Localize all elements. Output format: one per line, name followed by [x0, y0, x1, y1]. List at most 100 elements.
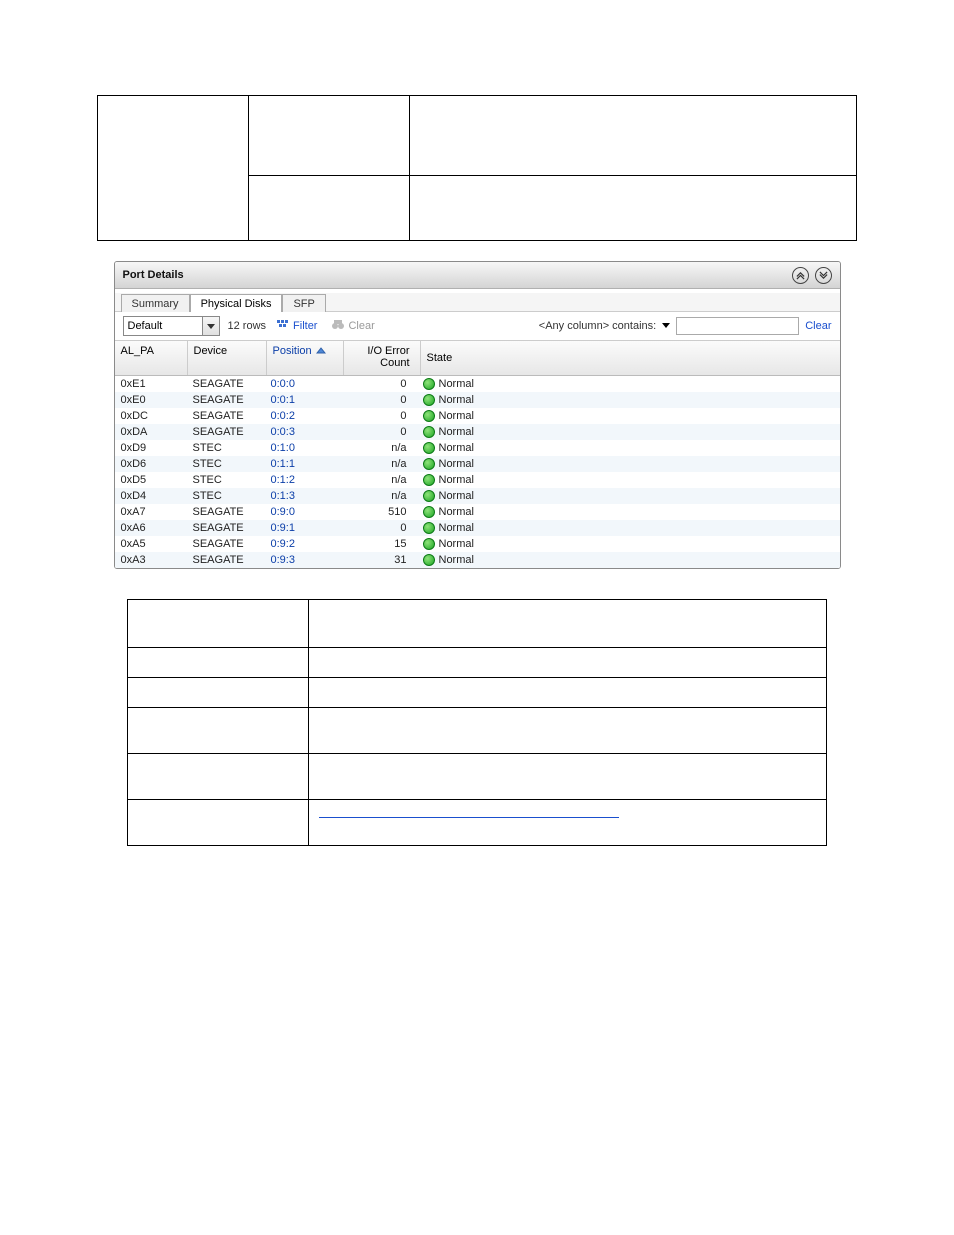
clear-filter-button: Clear [331, 319, 374, 333]
cell-state: Normal [417, 458, 499, 470]
state-text: Normal [439, 410, 474, 422]
search-scope-dropdown[interactable] [662, 320, 670, 332]
cell-state: Normal [417, 522, 499, 534]
clear-filter-label: Clear [348, 320, 374, 332]
cell-alpa: 0xE1 [115, 378, 187, 390]
cell-io-error: 510 [341, 506, 417, 518]
cell-position[interactable]: 0:0:1 [265, 394, 341, 406]
cell-alpa: 0xA7 [115, 506, 187, 518]
search-clear-link[interactable]: Clear [805, 320, 831, 332]
cell-position[interactable]: 0:0:0 [265, 378, 341, 390]
cell-device: SEAGATE [187, 426, 265, 438]
state-text: Normal [439, 490, 474, 502]
binoculars-icon [331, 319, 345, 333]
cell-device: SEAGATE [187, 522, 265, 534]
col-header-io-error[interactable]: I/O Error Count [344, 341, 421, 375]
doc-table1-r1c1 [410, 176, 857, 241]
port-details-panel: Port Details Summary Physical Disks SFP … [114, 261, 841, 569]
table-row[interactable]: 0xD5STEC0:1:2n/aNormal [115, 472, 840, 488]
cell-state: Normal [417, 506, 499, 518]
filter-button[interactable]: Filter [276, 319, 317, 334]
cell-io-error: 0 [341, 410, 417, 422]
expand-down-icon[interactable] [815, 267, 832, 284]
table-row[interactable]: 0xD4STEC0:1:3n/aNormal [115, 488, 840, 504]
status-normal-icon [423, 394, 435, 406]
cell-position[interactable]: 0:9:1 [265, 522, 341, 534]
cell-device: STEC [187, 458, 265, 470]
table-row[interactable]: 0xD9STEC0:1:0n/aNormal [115, 440, 840, 456]
filter-icon [276, 319, 290, 334]
doc-table2-r4c1 [309, 754, 827, 800]
cell-state: Normal [417, 410, 499, 422]
cell-state: Normal [417, 394, 499, 406]
cell-io-error: n/a [341, 458, 417, 470]
table-row[interactable]: 0xE1SEAGATE0:0:00Normal [115, 376, 840, 392]
state-text: Normal [439, 474, 474, 486]
state-text: Normal [439, 442, 474, 454]
status-normal-icon [423, 442, 435, 454]
status-normal-icon [423, 506, 435, 518]
table-row[interactable]: 0xA3SEAGATE0:9:331Normal [115, 552, 840, 568]
state-text: Normal [439, 538, 474, 550]
cell-position[interactable]: 0:1:3 [265, 490, 341, 502]
col-header-state[interactable]: State [421, 341, 503, 375]
status-normal-icon [423, 378, 435, 390]
col-header-alpa[interactable]: AL_PA [115, 341, 188, 375]
cell-position[interactable]: 0:1:2 [265, 474, 341, 486]
state-text: Normal [439, 394, 474, 406]
preset-input[interactable] [124, 317, 202, 335]
search-input[interactable] [676, 317, 799, 335]
cell-position[interactable]: 0:1:1 [265, 458, 341, 470]
doc-table2-r1c0 [128, 648, 309, 678]
tab-sfp[interactable]: SFP [282, 294, 325, 312]
status-normal-icon [423, 426, 435, 438]
collapse-up-icon[interactable] [792, 267, 809, 284]
grid-body: 0xE1SEAGATE0:0:00Normal0xE0SEAGATE0:0:10… [115, 376, 840, 568]
status-normal-icon [423, 522, 435, 534]
state-text: Normal [439, 378, 474, 390]
col-header-position[interactable]: Position [267, 341, 344, 375]
state-text: Normal [439, 522, 474, 534]
tab-physical-disks[interactable]: Physical Disks [190, 294, 283, 312]
cell-device: SEAGATE [187, 506, 265, 518]
cell-state: Normal [417, 474, 499, 486]
cell-alpa: 0xD5 [115, 474, 187, 486]
col-header-device[interactable]: Device [188, 341, 267, 375]
doc-table2-r3c1 [309, 708, 827, 754]
cell-alpa: 0xA3 [115, 554, 187, 566]
doc-table2-r1c1 [309, 648, 827, 678]
cell-position[interactable]: 0:9:0 [265, 506, 341, 518]
cell-state: Normal [417, 554, 499, 566]
cell-alpa: 0xDC [115, 410, 187, 422]
cell-position[interactable]: 0:0:3 [265, 426, 341, 438]
cell-io-error: 0 [341, 426, 417, 438]
table-row[interactable]: 0xDASEAGATE0:0:30Normal [115, 424, 840, 440]
cell-device: SEAGATE [187, 554, 265, 566]
table-row[interactable]: 0xA6SEAGATE0:9:10Normal [115, 520, 840, 536]
status-normal-icon [423, 410, 435, 422]
toolbar: 12 rows Filter Clear <Any column> contai… [115, 311, 840, 341]
table-row[interactable]: 0xD6STEC0:1:1n/aNormal [115, 456, 840, 472]
cell-alpa: 0xD9 [115, 442, 187, 454]
doc-table2-r4c0 [128, 754, 309, 800]
table-row[interactable]: 0xDCSEAGATE0:0:20Normal [115, 408, 840, 424]
doc-table2-r5c0 [128, 800, 309, 846]
tab-summary[interactable]: Summary [121, 294, 190, 312]
cell-io-error: 0 [341, 378, 417, 390]
status-normal-icon [423, 538, 435, 550]
sort-ascending-icon [316, 345, 326, 355]
dropdown-icon[interactable] [202, 317, 219, 335]
col-header-position-label: Position [273, 345, 312, 357]
cell-device: SEAGATE [187, 538, 265, 550]
doc-table1-r0c0 [98, 96, 249, 241]
panel-title: Port Details [123, 262, 184, 288]
table-row[interactable]: 0xA7SEAGATE0:9:0510Normal [115, 504, 840, 520]
table-row[interactable]: 0xE0SEAGATE0:0:10Normal [115, 392, 840, 408]
cell-position[interactable]: 0:9:3 [265, 554, 341, 566]
cell-position[interactable]: 0:9:2 [265, 538, 341, 550]
table-row[interactable]: 0xA5SEAGATE0:9:215Normal [115, 536, 840, 552]
tab-strip: Summary Physical Disks SFP [121, 293, 840, 311]
cell-position[interactable]: 0:0:2 [265, 410, 341, 422]
preset-dropdown[interactable] [123, 316, 220, 336]
cell-position[interactable]: 0:1:0 [265, 442, 341, 454]
